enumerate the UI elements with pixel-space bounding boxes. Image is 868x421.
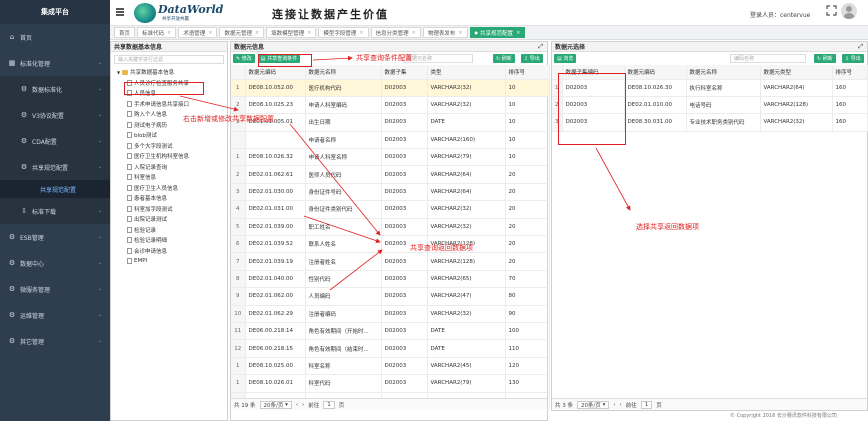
annotation-arrows [179, 55, 631, 291]
arrow-right [595, 147, 631, 211]
arrow-share [312, 55, 353, 61]
arrow-tree [179, 95, 239, 112]
arrow-mid-1 [289, 123, 381, 236]
arrow-mid-3 [329, 249, 383, 291]
arrow-mid-2 [303, 215, 381, 243]
